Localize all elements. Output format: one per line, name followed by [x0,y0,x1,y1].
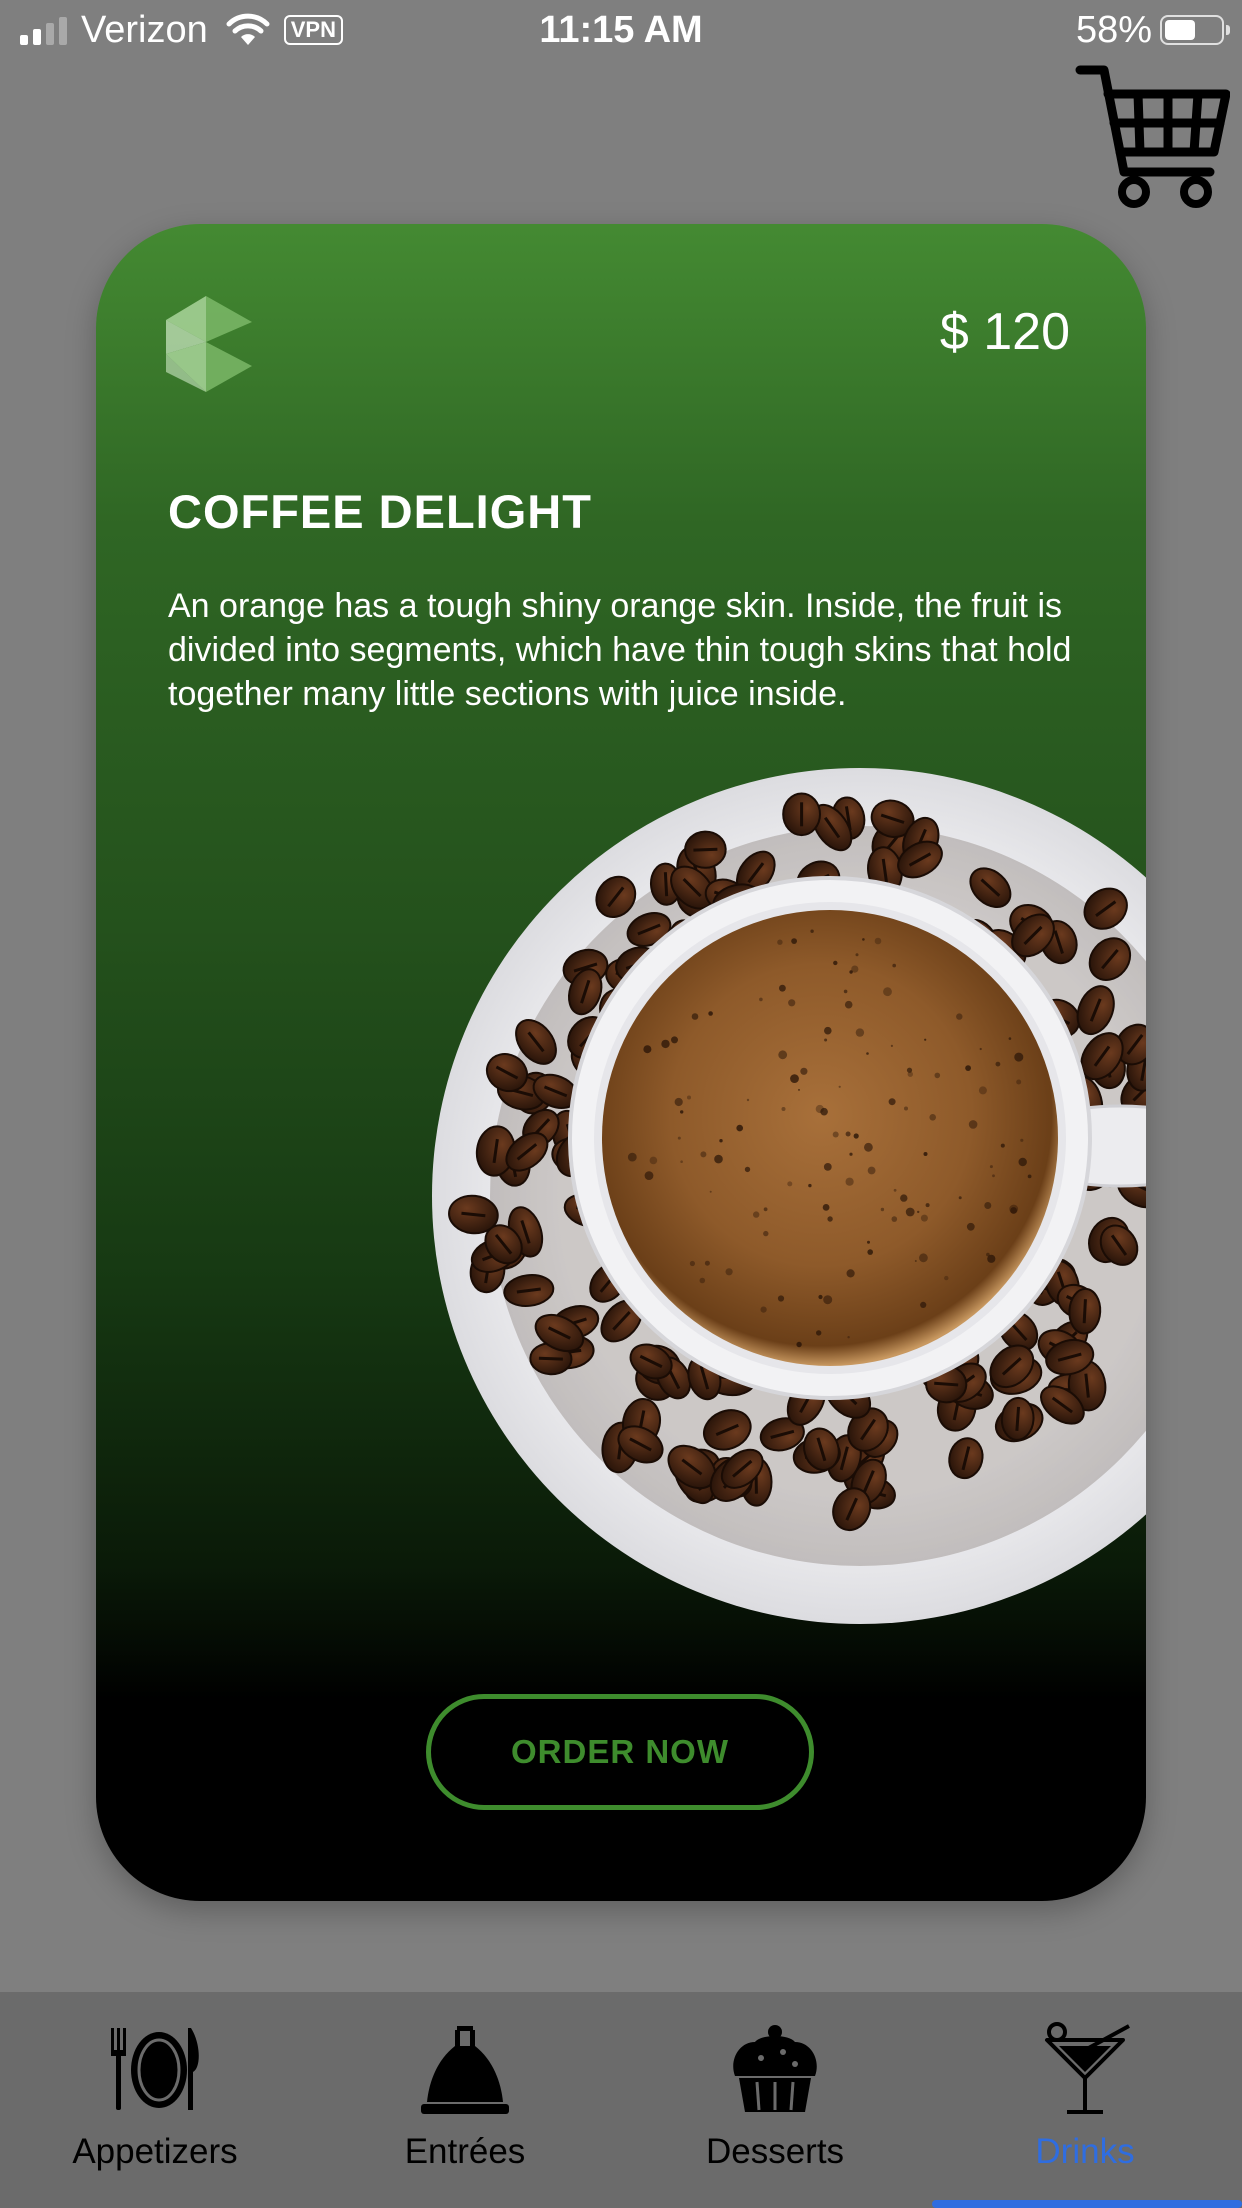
shopping-cart-icon [1075,65,1231,208]
tab-label: Desserts [705,2132,845,2171]
active-tab-indicator [932,2200,1242,2208]
product-title: COFFEE DELIGHT [168,485,592,538]
cocktail-icon [1045,2022,1130,2114]
tab-bar: Appetizers Entrées Desserts Drinks [0,1992,1242,2208]
cupcake-icon [733,2025,817,2112]
tab-label: Entrées [404,2132,526,2171]
tab-label: Drinks [1035,2132,1135,2171]
status-time: 11:15 AM [539,9,703,51]
cloche-icon [421,2026,509,2114]
tab-entrees[interactable]: Entrées [310,1992,620,2208]
battery-icon [1160,15,1230,45]
tab-drinks[interactable]: Drinks [930,1992,1240,2208]
product-price: $ 120 [939,303,1070,361]
product-description: An orange has a tough shiny orange skin.… [168,587,1072,713]
status-bar: Verizon VPN 11:15 AM 58% [0,0,1242,62]
order-now-button[interactable]: ORDER NOW [426,1694,814,1810]
tab-desserts[interactable]: Desserts [620,1992,930,2208]
plate-cutlery-icon [111,2028,199,2110]
coffee-cup-image [432,768,1146,1624]
battery-percent: 58% [1075,8,1152,51]
cart-button[interactable] [1074,60,1231,212]
product-card: $ 120 COFFEE DELIGHT An orange has a tou… [96,224,1146,1901]
tab-label: Appetizers [72,2132,238,2171]
status-right: 58% [1075,8,1230,52]
brand-logo-icon [166,296,252,392]
tab-appetizers[interactable]: Appetizers [0,1992,310,2208]
